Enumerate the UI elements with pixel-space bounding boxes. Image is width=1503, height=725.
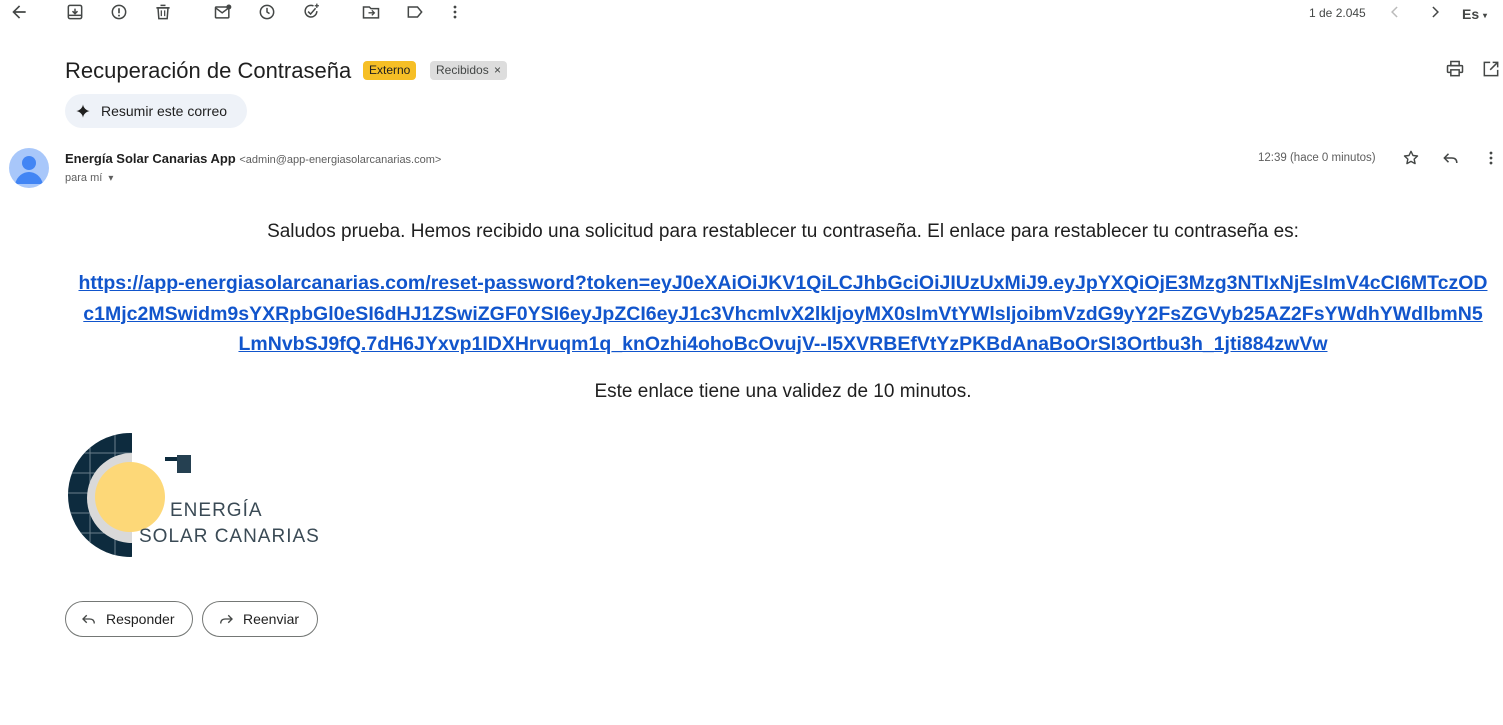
recipients-dropdown[interactable]: para mí ▾ [65, 172, 113, 184]
reply-button[interactable]: Responder [65, 601, 193, 637]
validity-paragraph: Este enlace tiene una validez de 10 minu… [594, 381, 972, 402]
reply-label: Responder [106, 611, 175, 627]
newer-button[interactable] [1383, 2, 1407, 26]
caret-down-icon: ▾ [1483, 10, 1488, 20]
add-task-icon [301, 2, 321, 27]
star-icon [1401, 148, 1421, 173]
chevron-left-icon [1385, 2, 1405, 27]
snooze-icon [257, 2, 277, 27]
report-spam-icon [109, 2, 129, 27]
forward-icon [203, 610, 243, 628]
language-label: Es [1462, 6, 1480, 22]
pagination-text: 1 de 2.045 [1309, 6, 1366, 20]
inbox-label-chip: Recibidos × [430, 61, 508, 80]
mark-unread-icon [213, 2, 233, 27]
message-more-button[interactable] [1479, 148, 1503, 172]
email-subject: Recuperación de Contraseña [65, 58, 352, 83]
star-button[interactable] [1399, 148, 1423, 172]
logo-line-2: SOLAR CANARIAS [139, 526, 320, 547]
arrow-back-icon [9, 2, 29, 27]
summarize-button[interactable]: Resumir este correo [65, 94, 247, 128]
archive-icon [65, 2, 85, 27]
archive-button[interactable] [63, 2, 87, 26]
sender-address: <admin@app-energiasolarcanarias.com> [239, 154, 442, 166]
reply-icon [1441, 148, 1461, 173]
email-timestamp: 12:39 (hace 0 minutos) [1258, 152, 1376, 164]
external-label-chip: Externo [363, 61, 417, 80]
report-spam-button[interactable] [107, 2, 131, 26]
company-logo: ENERGÍA SOLAR CANARIAS [65, 433, 330, 558]
move-to-icon [361, 2, 381, 27]
chevron-right-icon [1425, 2, 1445, 27]
mark-unread-button[interactable] [211, 2, 235, 26]
greeting-paragraph: Saludos prueba. Hemos recibido una solic… [267, 221, 1299, 242]
print-all-button[interactable] [1443, 59, 1467, 83]
logo-line-1: ENERGÍA [170, 500, 263, 521]
older-button[interactable] [1423, 2, 1447, 26]
add-task-button[interactable] [299, 2, 323, 26]
sender-avatar[interactable] [9, 148, 49, 188]
open-new-window-button[interactable] [1479, 59, 1503, 83]
label-button[interactable] [403, 2, 427, 26]
reply-icon [66, 610, 106, 628]
dropdown-caret-icon: ▾ [108, 173, 114, 184]
input-tools-button[interactable]: Es ▾ [1462, 6, 1487, 22]
more-options-button[interactable] [443, 2, 467, 26]
sparkle-icon [75, 103, 91, 119]
summarize-label: Resumir este correo [101, 103, 228, 119]
label-icon [405, 2, 425, 27]
forward-label: Reenviar [243, 611, 300, 627]
back-button[interactable] [7, 2, 31, 26]
snooze-button[interactable] [255, 2, 279, 26]
remove-label-button[interactable]: × [494, 63, 501, 77]
move-to-button[interactable] [359, 2, 383, 26]
open-in-new-icon [1481, 59, 1501, 84]
reply-icon-button[interactable] [1439, 148, 1463, 172]
forward-button[interactable]: Reenviar [202, 601, 318, 637]
delete-icon [153, 2, 173, 27]
more-vert-icon [1481, 148, 1501, 173]
inbox-label-text: Recibidos [436, 63, 489, 77]
delete-button[interactable] [151, 2, 175, 26]
sender-line: Energía Solar Canarias App <admin@app-en… [65, 151, 441, 166]
print-icon [1445, 59, 1465, 84]
reset-password-link[interactable]: https://app-energiasolarcanarias.com/res… [78, 268, 1488, 360]
recipient-text: para mí [65, 172, 103, 184]
more-vert-icon [445, 2, 465, 27]
external-label-text: Externo [369, 63, 411, 77]
sender-name[interactable]: Energía Solar Canarias App [65, 151, 236, 166]
